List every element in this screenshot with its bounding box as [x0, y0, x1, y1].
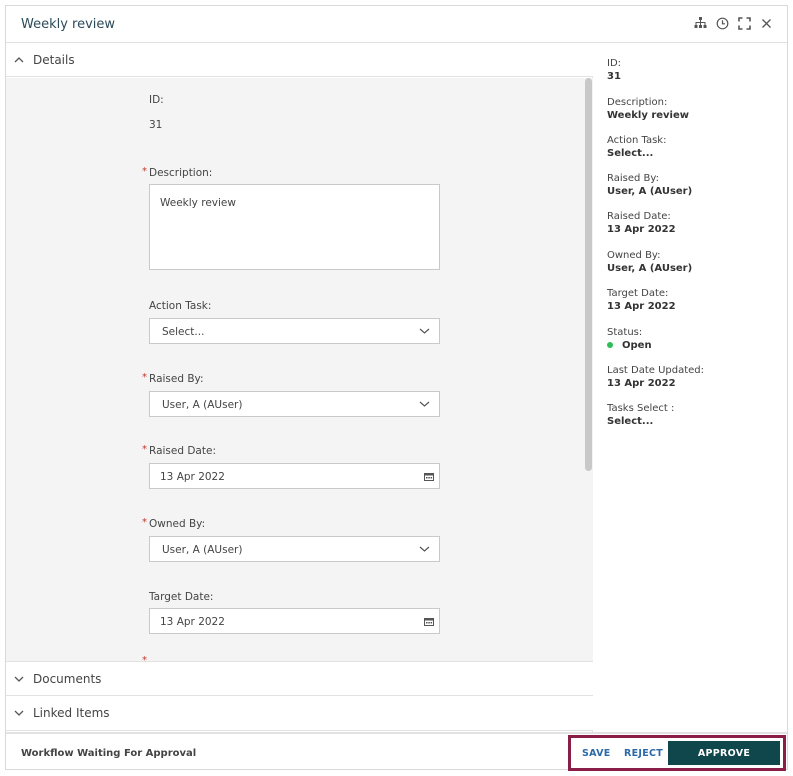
calendar-icon[interactable]	[424, 617, 434, 626]
hierarchy-icon[interactable]	[693, 16, 707, 30]
summary-item: Status: Open	[607, 327, 652, 351]
summary-value: Weekly review	[607, 110, 689, 121]
panel-footer: Workflow Waiting For Approval SAVE REJEC…	[6, 732, 787, 771]
required-marker: *	[142, 372, 147, 383]
raised-by-value: User, A (AUser)	[162, 399, 243, 411]
workflow-status: Workflow Waiting For Approval	[21, 748, 197, 759]
record-panel: Weekly review Details ID: 31 * Descripti…	[5, 5, 788, 771]
panel-title: Weekly review	[21, 17, 116, 32]
action-task-label: Action Task:	[149, 300, 212, 312]
close-icon[interactable]	[759, 16, 773, 30]
status-value: Open	[607, 340, 652, 351]
accordion-documents-header[interactable]: Documents	[6, 661, 593, 696]
main-column: Details ID: 31 * Description: Weekly rev…	[6, 44, 593, 732]
summary-label: Tasks Select :	[607, 403, 675, 414]
summary-value: 13 Apr 2022	[607, 378, 676, 389]
history-icon[interactable]	[715, 16, 729, 30]
summary-panel: ID: 31 Description: Weekly review Action…	[594, 44, 787, 732]
chevron-down-icon	[418, 326, 430, 336]
summary-value: Select...	[607, 148, 654, 159]
summary-value: User, A (AUser)	[607, 263, 693, 274]
summary-label: Raised By:	[607, 173, 659, 184]
description-label: Description:	[149, 167, 213, 179]
accordion-linked-items-header[interactable]: Linked Items	[6, 696, 593, 731]
raised-date-value: 13 Apr 2022	[160, 471, 225, 483]
accordion-documents-label: Documents	[33, 671, 102, 686]
id-value: 31	[149, 119, 163, 131]
description-textarea[interactable]: Weekly review	[149, 184, 440, 270]
raised-by-select[interactable]: User, A (AUser)	[149, 391, 440, 417]
raised-date-input[interactable]: 13 Apr 2022	[149, 463, 440, 489]
summary-label: Last Date Updated:	[607, 365, 705, 376]
form-scrollbar[interactable]	[585, 78, 592, 471]
summary-label: Status:	[607, 327, 643, 338]
summary-label: Target Date:	[607, 288, 669, 299]
required-marker: *	[142, 444, 147, 455]
description-value: Weekly review	[160, 197, 236, 209]
summary-item: Raised By: User, A (AUser)	[607, 173, 692, 197]
summary-item: Last Date Updated: 13 Apr 2022	[607, 365, 704, 389]
summary-item: Tasks Select : Select...	[607, 403, 674, 427]
status-text: Open	[622, 340, 652, 351]
chevron-up-icon	[13, 57, 25, 63]
status-open-dot	[607, 342, 613, 348]
save-button[interactable]: SAVE	[582, 748, 611, 759]
chevron-down-icon	[13, 676, 25, 682]
summary-value: 13 Apr 2022	[607, 301, 676, 312]
summary-value: Select...	[607, 416, 654, 427]
panel-header: Weekly review	[6, 6, 787, 43]
required-marker: *	[142, 517, 147, 528]
id-label: ID:	[149, 94, 164, 106]
target-date-value: 13 Apr 2022	[160, 616, 225, 628]
expand-icon[interactable]	[737, 16, 751, 30]
workflow-actions: SAVE REJECT APPROVE	[568, 735, 786, 771]
owned-by-value: User, A (AUser)	[162, 544, 243, 556]
raised-date-label: Raised Date:	[149, 445, 216, 457]
summary-label: Owned By:	[607, 250, 661, 261]
summary-item: Owned By: User, A (AUser)	[607, 250, 692, 274]
chevron-down-icon	[13, 710, 25, 716]
chevron-down-icon	[418, 399, 430, 409]
summary-item: Target Date: 13 Apr 2022	[607, 288, 676, 312]
header-toolbar	[693, 16, 773, 30]
chevron-down-icon	[418, 544, 430, 554]
accordion-details-label: Details	[33, 53, 75, 67]
summary-item: Action Task: Select...	[607, 135, 666, 159]
reject-button[interactable]: REJECT	[624, 748, 663, 759]
accordion-details-header[interactable]: Details	[6, 44, 593, 77]
summary-value: 13 Apr 2022	[607, 224, 676, 235]
accordion-linked-items-label: Linked Items	[33, 706, 110, 720]
calendar-icon[interactable]	[424, 472, 434, 481]
summary-item: ID: 31	[607, 58, 621, 82]
action-task-select[interactable]: Select...	[149, 318, 440, 344]
details-form: ID: 31 * Description: Weekly review Acti…	[6, 78, 593, 661]
raised-by-label: Raised By:	[149, 373, 204, 385]
target-date-input[interactable]: 13 Apr 2022	[149, 608, 440, 634]
summary-item: Raised Date: 13 Apr 2022	[607, 211, 676, 235]
approve-button[interactable]: APPROVE	[668, 741, 780, 765]
required-marker: *	[142, 166, 147, 177]
summary-label: Description:	[607, 97, 668, 108]
summary-label: Action Task:	[607, 135, 667, 146]
summary-item: Description: Weekly review	[607, 97, 689, 121]
action-task-value: Select...	[162, 326, 205, 338]
owned-by-label: Owned By:	[149, 518, 206, 530]
owned-by-select[interactable]: User, A (AUser)	[149, 536, 440, 562]
summary-label: Raised Date:	[607, 211, 671, 222]
summary-value: User, A (AUser)	[607, 186, 693, 197]
target-date-label: Target Date:	[149, 591, 214, 603]
summary-label: ID:	[607, 58, 622, 69]
summary-value: 31	[607, 71, 621, 82]
